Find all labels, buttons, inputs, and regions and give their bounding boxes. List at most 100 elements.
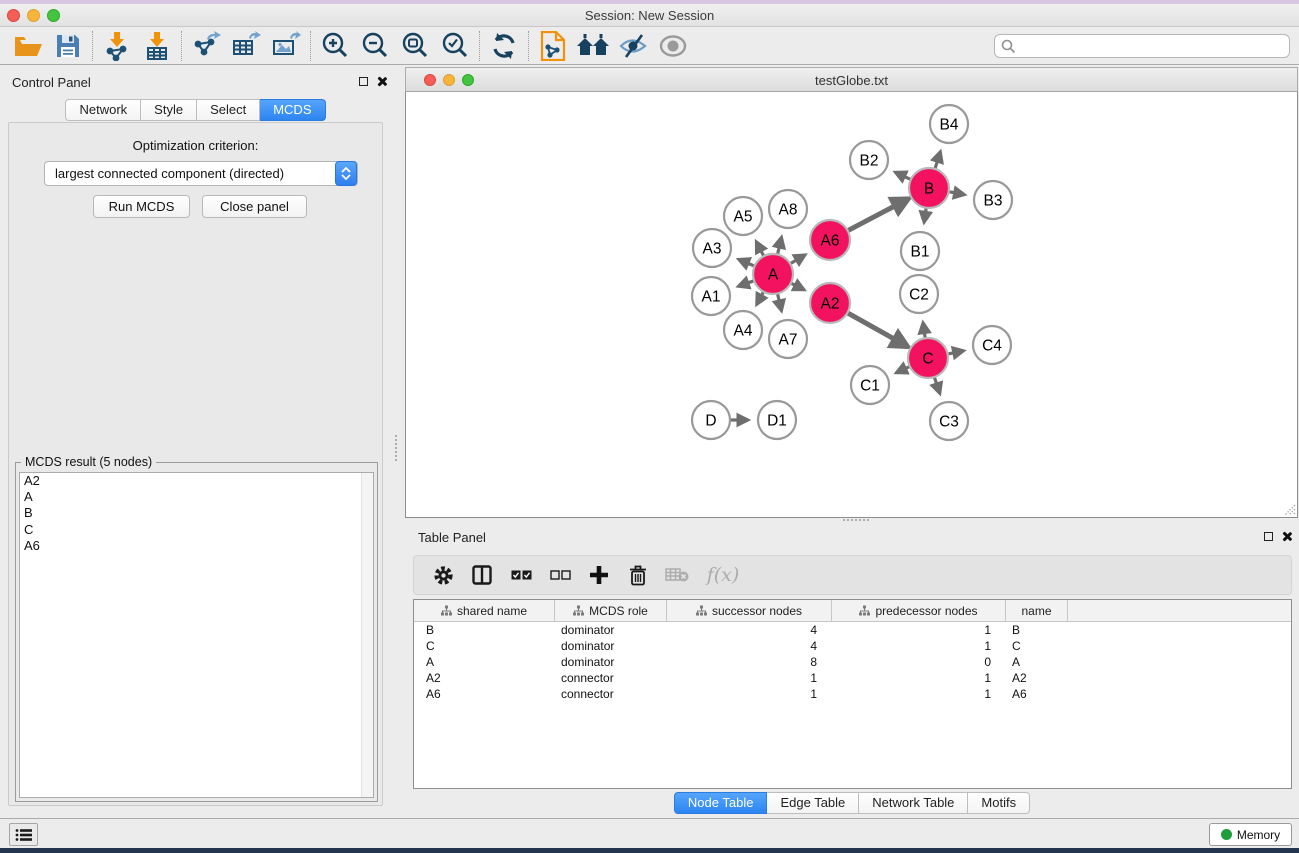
tab-select[interactable]: Select <box>197 99 260 121</box>
table-cell[interactable]: A2 <box>414 670 555 686</box>
column-header-MCDS-role[interactable]: MCDS role <box>555 600 667 621</box>
graph-edge-C-C2[interactable] <box>923 323 925 338</box>
zoom-fit-button[interactable] <box>395 29 435 63</box>
table-cell[interactable]: connector <box>555 686 667 702</box>
mcds-result-item[interactable]: A <box>20 489 373 505</box>
mcds-result-item[interactable]: A2 <box>20 473 373 489</box>
graph-edge-C-C4[interactable] <box>948 351 964 354</box>
add-row-button[interactable] <box>584 560 614 590</box>
table-row[interactable]: A2connector11A2 <box>414 670 1291 686</box>
graph-edge-A-A7[interactable] <box>777 293 781 310</box>
close-panel-icon[interactable] <box>376 76 387 87</box>
graph-edge-A-A8[interactable] <box>777 237 781 254</box>
save-session-button[interactable] <box>48 29 88 63</box>
graph-edge-A6-B[interactable] <box>848 199 909 231</box>
memory-button[interactable]: Memory <box>1209 823 1292 846</box>
table-cell[interactable]: 1 <box>832 686 1006 702</box>
table-cell[interactable]: A <box>1006 654 1068 670</box>
table-cell[interactable]: A <box>414 654 555 670</box>
delete-table-button[interactable] <box>662 560 692 590</box>
vertical-splitter-handle[interactable] <box>395 435 400 461</box>
graph-edge-A2-C[interactable] <box>847 313 908 347</box>
table-cell[interactable]: dominator <box>555 654 667 670</box>
table-cell[interactable]: 0 <box>832 654 1006 670</box>
table-settings-button[interactable] <box>428 560 458 590</box>
tab-mcds[interactable]: MCDS <box>260 99 325 121</box>
scrollbar-track[interactable] <box>361 473 373 797</box>
home-layout-button[interactable] <box>573 29 613 63</box>
network-canvas[interactable]: AA1A3A4A5A7A8A2A6BB1B2B3B4CC1C2C3C4DD1 <box>405 92 1298 518</box>
table-cell[interactable]: A2 <box>1006 670 1068 686</box>
search-input[interactable] <box>1016 36 1289 56</box>
mcds-result-item[interactable]: C <box>20 522 373 538</box>
table-cell[interactable]: connector <box>555 670 667 686</box>
mcds-result-item[interactable]: A6 <box>20 538 373 554</box>
column-header-successor-nodes[interactable]: successor nodes <box>667 600 832 621</box>
zoom-out-button[interactable] <box>355 29 395 63</box>
import-network-button[interactable] <box>97 29 137 63</box>
mcds-result-item[interactable]: B <box>20 505 373 521</box>
open-file-button[interactable] <box>8 29 48 63</box>
column-header-predecessor-nodes[interactable]: predecessor nodes <box>832 600 1006 621</box>
table-cell[interactable]: 4 <box>667 622 832 638</box>
tab-node-table[interactable]: Node Table <box>674 792 768 814</box>
graph-edge-C-C1[interactable] <box>896 366 910 372</box>
table-row[interactable]: Cdominator41C <box>414 638 1291 654</box>
graph-edge-B-B1[interactable] <box>924 208 926 222</box>
function-builder-button[interactable]: f(x) <box>701 560 745 590</box>
graph-edge-A-A3[interactable] <box>739 259 755 266</box>
show-columns-button[interactable] <box>467 560 497 590</box>
column-header-shared-name[interactable]: shared name <box>414 600 555 621</box>
resize-grip[interactable] <box>1281 501 1296 516</box>
table-cell[interactable]: 4 <box>667 638 832 654</box>
graph-edge-B-B2[interactable] <box>895 172 911 179</box>
table-cell[interactable]: A6 <box>414 686 555 702</box>
close-table-panel-icon[interactable] <box>1281 531 1292 542</box>
export-network-button[interactable] <box>186 29 226 63</box>
criterion-dropdown[interactable]: largest connected component (directed) <box>44 161 358 186</box>
table-cell[interactable]: 1 <box>832 638 1006 654</box>
hide-panels-button[interactable] <box>613 29 653 63</box>
table-row[interactable]: A6connector11A6 <box>414 686 1291 702</box>
graph-edge-C-C3[interactable] <box>934 377 940 394</box>
table-row[interactable]: Bdominator41B <box>414 622 1291 638</box>
show-panels-button[interactable] <box>653 29 693 63</box>
graph-edge-A-A5[interactable] <box>756 242 763 256</box>
float-panel-icon[interactable] <box>359 77 368 86</box>
graph-edge-A-A2[interactable] <box>791 283 804 290</box>
zoom-selected-button[interactable] <box>435 29 475 63</box>
table-cell[interactable]: 1 <box>832 622 1006 638</box>
export-image-button[interactable] <box>266 29 306 63</box>
graph-edge-A-A6[interactable] <box>790 255 805 264</box>
table-cell[interactable]: 1 <box>667 686 832 702</box>
export-table-button[interactable] <box>226 29 266 63</box>
select-all-button[interactable] <box>506 560 536 590</box>
refresh-button[interactable] <box>484 29 524 63</box>
tab-network-table[interactable]: Network Table <box>859 792 968 814</box>
tab-network[interactable]: Network <box>65 99 141 121</box>
close-panel-button[interactable]: Close panel <box>202 195 307 218</box>
table-cell[interactable]: A6 <box>1006 686 1068 702</box>
table-cell[interactable]: 1 <box>667 670 832 686</box>
run-mcds-button[interactable]: Run MCDS <box>93 195 190 218</box>
delete-row-button[interactable] <box>623 560 653 590</box>
graph-edge-B-B3[interactable] <box>949 192 965 195</box>
table-cell[interactable]: B <box>414 622 555 638</box>
tab-motifs[interactable]: Motifs <box>968 792 1030 814</box>
float-table-panel-icon[interactable] <box>1264 532 1273 541</box>
column-header-name[interactable]: name <box>1006 600 1068 621</box>
table-cell[interactable]: B <box>1006 622 1068 638</box>
graph-edge-B-B4[interactable] <box>935 152 940 169</box>
graph-edge-A-A1[interactable] <box>738 281 754 287</box>
task-history-button[interactable] <box>9 823 38 846</box>
unselect-all-button[interactable] <box>545 560 575 590</box>
table-cell[interactable]: dominator <box>555 622 667 638</box>
zoom-in-button[interactable] <box>315 29 355 63</box>
table-cell[interactable]: 1 <box>832 670 1006 686</box>
table-cell[interactable]: C <box>1006 638 1068 654</box>
table-row[interactable]: Adominator80A <box>414 654 1291 670</box>
tab-style[interactable]: Style <box>141 99 197 121</box>
graph-edge-A-A4[interactable] <box>757 292 764 305</box>
import-table-button[interactable] <box>137 29 177 63</box>
table-cell[interactable]: C <box>414 638 555 654</box>
